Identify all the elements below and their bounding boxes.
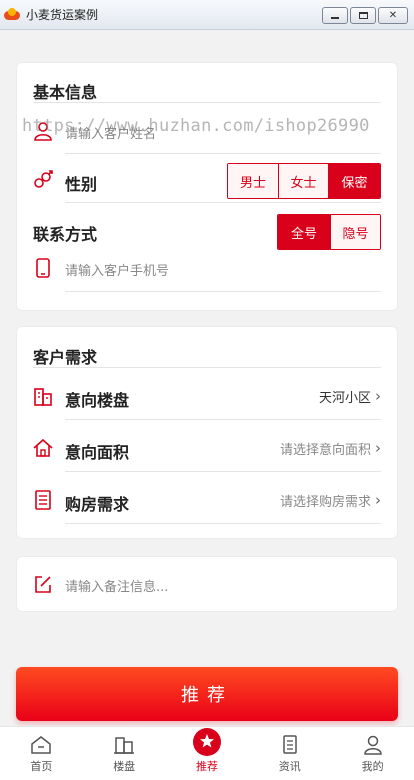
intended-area-value: 请选择意向面积: [279, 443, 371, 458]
maximize-button[interactable]: [350, 7, 376, 24]
building-icon: [114, 737, 135, 754]
basic-info-card: 基本信息 请输入客户姓名 性别 男士 女士 保密 联系方式 全号 隐号 请输入客…: [16, 62, 398, 311]
notes-card[interactable]: 请输入备注信息...: [16, 556, 398, 612]
tab-mine[interactable]: 我的: [331, 727, 414, 780]
window-title: 小麦货运案例: [26, 8, 99, 22]
building-icon: [34, 388, 52, 406]
house-icon: [33, 438, 53, 457]
contact-mode-selector: 全号 隐号: [277, 214, 381, 250]
divider: [65, 291, 381, 292]
gender-selector: 男士 女士 保密: [227, 163, 381, 199]
contact-label: 联系方式: [33, 225, 98, 244]
close-button[interactable]: ✕: [378, 7, 408, 24]
chevron-right-icon: ›: [375, 387, 381, 405]
recommend-button[interactable]: 推荐: [16, 667, 398, 721]
customer-phone-input[interactable]: 请输入客户手机号: [65, 260, 169, 279]
edit-icon: [35, 576, 51, 593]
star-icon: [192, 728, 221, 756]
gender-option-male[interactable]: 男士: [228, 164, 278, 198]
intended-property-label: 意向楼盘: [65, 391, 130, 410]
purchase-need-select[interactable]: 请选择购房需求 ›: [279, 491, 381, 511]
minimize-button[interactable]: [322, 7, 348, 24]
list-document-icon: [35, 490, 51, 510]
news-icon: [283, 735, 297, 754]
purchase-need-value: 请选择购房需求: [279, 495, 371, 510]
customer-demand-title: 客户需求: [33, 348, 98, 367]
tab-mine-label: 我的: [361, 760, 384, 773]
bottom-tab-bar: 首页 楼盘 推荐 资讯 我的: [0, 726, 414, 780]
divider: [33, 102, 381, 103]
intended-property-value: 天河小区: [318, 391, 371, 406]
contact-option-hidden[interactable]: 隐号: [330, 215, 380, 249]
customer-name-input[interactable]: 请输入客户姓名: [65, 123, 156, 142]
phone-icon: [36, 258, 50, 278]
contact-option-full[interactable]: 全号: [278, 215, 330, 249]
window-titlebar: 小麦货运案例 ✕: [0, 0, 414, 30]
notes-input[interactable]: 请输入备注信息...: [65, 576, 168, 595]
chevron-right-icon: ›: [375, 491, 381, 509]
tab-recommend-label: 推荐: [195, 760, 218, 773]
tab-home[interactable]: 首页: [0, 727, 83, 780]
gender-icon: [34, 170, 53, 188]
divider: [65, 471, 381, 472]
person-icon: [34, 122, 52, 141]
divider: [65, 523, 381, 524]
tab-properties[interactable]: 楼盘: [83, 727, 166, 780]
divider: [65, 153, 381, 154]
intended-area-select[interactable]: 请选择意向面积 ›: [279, 439, 381, 459]
gender-option-secret[interactable]: 保密: [328, 164, 380, 198]
intended-property-select[interactable]: 天河小区 ›: [318, 387, 381, 407]
home-icon: [31, 736, 52, 754]
divider: [33, 367, 381, 368]
divider: [65, 202, 381, 203]
divider: [65, 419, 381, 420]
tab-recommend[interactable]: 推荐: [166, 727, 249, 780]
basic-info-title: 基本信息: [33, 83, 98, 102]
intended-area-label: 意向面积: [65, 443, 130, 462]
purchase-need-label: 购房需求: [65, 495, 130, 514]
app-logo-icon: [4, 7, 20, 22]
gender-label: 性别: [65, 175, 98, 194]
tab-news-label: 资讯: [278, 760, 301, 773]
tab-news[interactable]: 资讯: [248, 727, 331, 780]
tab-home-label: 首页: [30, 760, 53, 773]
user-icon: [363, 735, 382, 755]
tab-properties-label: 楼盘: [113, 760, 136, 773]
customer-demand-card: 客户需求 意向楼盘 天河小区 › 意向面积 请选择意向面积 › 购房需求 请选择…: [16, 326, 398, 539]
chevron-right-icon: ›: [375, 439, 381, 457]
gender-option-female[interactable]: 女士: [278, 164, 328, 198]
